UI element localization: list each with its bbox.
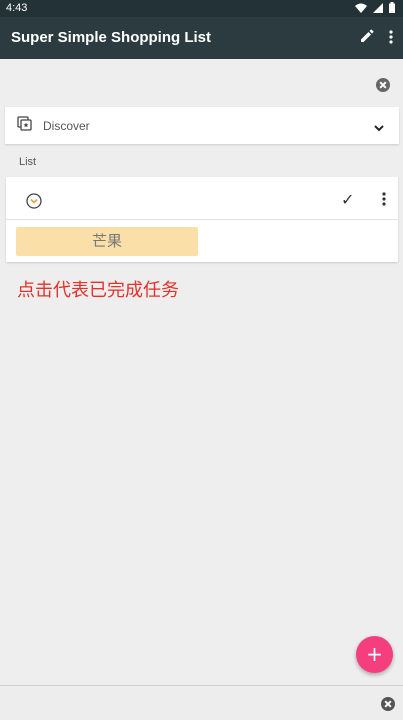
status-icons [355,2,395,16]
clear-icon[interactable] [381,697,395,711]
list-card-header: ✓ [6,177,398,220]
list-card: ✓ 芒果 [6,177,398,262]
app-bar-actions [359,28,393,48]
expand-circle-icon[interactable] [26,193,42,213]
more-vert-icon[interactable] [389,29,393,48]
hint-text: 点击代表已完成任务 [17,280,179,301]
check-icon[interactable]: ✓ [341,190,354,209]
app-title: Super Simple Shopping List [11,29,212,46]
bottom-bar [0,685,403,720]
status-time: 4:43 [6,2,28,14]
add-item-button[interactable]: + [356,636,393,673]
wifi-icon [355,3,367,16]
more-vert-icon[interactable] [382,191,386,210]
app-bar: Super Simple Shopping List [0,17,403,59]
signal-icon [373,2,383,16]
clear-icon[interactable] [376,78,390,92]
chevron-down-icon [373,119,385,138]
list-section-label: List [19,156,37,168]
battery-icon [389,2,395,16]
discover-dropdown[interactable]: Discover [5,107,399,144]
edit-icon[interactable] [359,28,375,48]
status-bar: 4:43 [0,0,403,17]
list-item[interactable]: 芒果 [16,227,198,256]
collection-star-icon [17,115,33,136]
discover-label: Discover [43,118,90,133]
